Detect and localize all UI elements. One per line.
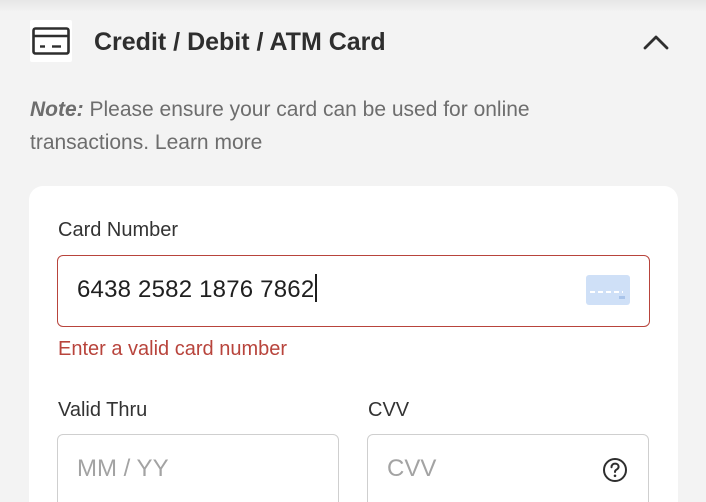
valid-thru-placeholder: MM / YY xyxy=(77,455,169,482)
cvv-label: CVV xyxy=(368,399,410,421)
card-number-label: Card Number xyxy=(58,219,179,241)
valid-thru-input[interactable]: MM / YY xyxy=(57,434,339,502)
card-note: Note: Please ensure your card can be use… xyxy=(30,93,630,159)
question-circle-icon[interactable] xyxy=(602,457,628,488)
card-number-input[interactable]: 6438 2582 1876 7862 xyxy=(57,255,650,327)
note-text: Please ensure your card can be used for … xyxy=(30,98,530,154)
payment-method-header[interactable]: Credit / Debit / ATM Card xyxy=(0,0,706,84)
section-title: Credit / Debit / ATM Card xyxy=(94,28,386,56)
card-number-value: 6438 2582 1876 7862 xyxy=(77,274,318,306)
note-prefix: Note: xyxy=(30,98,84,121)
text-caret xyxy=(315,274,318,302)
chevron-up-icon[interactable] xyxy=(640,26,672,58)
generic-card-icon xyxy=(586,275,630,310)
cvv-placeholder: CVV xyxy=(387,455,437,482)
credit-card-icon xyxy=(30,20,72,62)
valid-thru-label: Valid Thru xyxy=(58,399,148,421)
cvv-input[interactable]: CVV xyxy=(367,434,649,502)
card-number-text: 6438 2582 1876 7862 xyxy=(77,276,315,303)
card-number-error: Enter a valid card number xyxy=(58,338,288,360)
card-form-panel: Card Number 6438 2582 1876 7862 Enter a … xyxy=(29,186,678,502)
learn-more-link[interactable]: Learn more xyxy=(155,131,262,154)
